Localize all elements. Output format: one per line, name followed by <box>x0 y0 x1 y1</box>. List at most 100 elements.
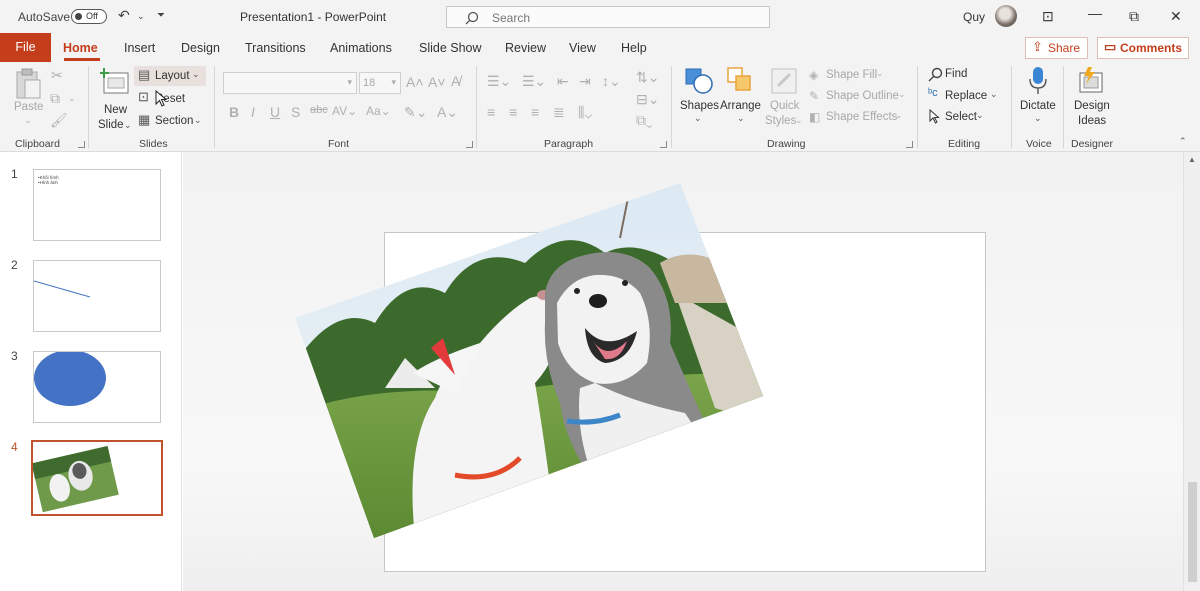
tab-insert[interactable]: Insert <box>124 41 155 55</box>
italic-icon[interactable]: I <box>251 104 255 120</box>
select-icon[interactable] <box>929 109 941 124</box>
font-size-box[interactable]: 18 ▾ <box>359 72 401 94</box>
copy-dropdown-icon[interactable]: ⌄ <box>68 93 76 104</box>
shape-effects-icon[interactable]: ◧ <box>809 110 820 124</box>
tab-transitions[interactable]: Transitions <box>245 41 306 55</box>
tab-home[interactable]: Home <box>63 41 98 55</box>
new-slide-dropdown-icon[interactable]: ⌄ <box>124 120 132 131</box>
align-center-icon[interactable]: ≡ <box>509 104 517 120</box>
smartart-icon[interactable]: ⧉⌄ <box>636 112 653 129</box>
layout-button[interactable]: ▤ Layout ⌄ <box>134 66 206 86</box>
cut-icon[interactable]: ✂ <box>51 67 63 84</box>
scrollbar-thumb[interactable] <box>1188 482 1197 582</box>
shape-outline-label[interactable]: Shape Outline <box>826 90 899 102</box>
restore-icon[interactable]: ⧉ <box>1129 8 1139 25</box>
justify-icon[interactable]: ≣ <box>553 104 565 121</box>
reset-icon[interactable]: ⊡ <box>138 89 149 105</box>
tab-file[interactable]: File <box>0 33 51 62</box>
dictate-dropdown-icon[interactable]: ⌄ <box>1034 113 1042 124</box>
decrease-font-icon[interactable]: A˅ <box>428 74 446 90</box>
find-icon[interactable] <box>928 67 943 82</box>
increase-font-icon[interactable]: A˄ <box>406 74 424 90</box>
microphone-icon[interactable] <box>1028 66 1048 96</box>
new-slide-label-2[interactable]: Slide <box>98 119 124 131</box>
character-spacing-icon[interactable]: AV⌄ <box>332 104 357 118</box>
strikethrough-icon[interactable]: abc <box>310 104 328 116</box>
user-name[interactable]: Quy <box>963 10 985 24</box>
format-painter-icon[interactable]: 🖌 <box>50 112 68 129</box>
text-direction-icon[interactable]: ⇅⌄ <box>636 69 659 86</box>
arrange-dropdown-icon[interactable]: ⌄ <box>737 113 745 124</box>
shapes-icon[interactable] <box>684 66 714 96</box>
dictate-label[interactable]: Dictate <box>1020 100 1056 112</box>
change-case-icon[interactable]: Aa⌄ <box>366 104 391 118</box>
columns-icon[interactable]: ⫼⌄ <box>578 104 592 121</box>
arrange-label[interactable]: Arrange <box>720 100 761 112</box>
collapse-ribbon-icon[interactable]: ⌃ <box>1179 136 1187 147</box>
shape-fill-icon[interactable]: ◈ <box>809 68 818 82</box>
tab-review[interactable]: Review <box>505 41 546 55</box>
select-dropdown-icon[interactable]: ⌄ <box>976 110 984 121</box>
bold-icon[interactable]: B <box>229 104 239 120</box>
shapes-dropdown-icon[interactable]: ⌄ <box>694 113 702 124</box>
dog-photo[interactable] <box>295 183 765 538</box>
replace-dropdown-icon[interactable]: ⌄ <box>990 89 998 100</box>
shape-effects-dropdown-icon[interactable]: ⌄ <box>895 110 903 121</box>
paragraph-launcher-icon[interactable] <box>660 141 667 148</box>
customize-toolbar-icon[interactable]: ⏷ <box>157 10 165 21</box>
minimize-icon[interactable]: — <box>1088 5 1102 21</box>
align-left-icon[interactable]: ≡ <box>487 104 495 120</box>
align-right-icon[interactable]: ≡ <box>531 104 539 120</box>
tab-animations[interactable]: Animations <box>330 41 392 55</box>
font-color-icon[interactable]: A⌄ <box>437 104 458 121</box>
shadow-icon[interactable]: S <box>291 104 300 120</box>
new-slide-icon[interactable] <box>100 67 132 97</box>
quick-styles-label-1[interactable]: Quick <box>770 100 799 112</box>
numbering-icon[interactable]: ☰⌄ <box>522 73 546 90</box>
slide-thumbnail-3[interactable] <box>33 351 161 423</box>
quick-styles-label-2[interactable]: Styles <box>765 115 796 127</box>
font-name-box[interactable]: ▾ <box>223 72 357 94</box>
decrease-indent-icon[interactable]: ⇤ <box>557 73 569 90</box>
shape-fill-dropdown-icon[interactable]: ⌄ <box>876 68 884 79</box>
slide-thumbnail-2[interactable] <box>33 260 161 332</box>
arrange-icon[interactable] <box>726 66 756 96</box>
slide-thumbnail-4[interactable] <box>31 440 163 516</box>
shape-effects-label[interactable]: Shape Effects <box>826 111 897 123</box>
section-label[interactable]: Section <box>155 115 193 127</box>
ribbon-display-icon[interactable]: ⊡ <box>1042 8 1054 25</box>
section-dropdown-icon[interactable]: ⌄ <box>194 115 202 126</box>
align-text-icon[interactable]: ⊟⌄ <box>636 91 659 108</box>
avatar[interactable] <box>995 5 1017 27</box>
replace-icon[interactable]: ᵇc <box>928 87 938 99</box>
paste-dropdown-icon[interactable]: ⌄ <box>24 115 32 126</box>
autosave-toggle[interactable]: Off <box>71 9 107 24</box>
highlight-icon[interactable]: ✎⌄ <box>404 104 427 121</box>
tab-help[interactable]: Help <box>621 41 647 55</box>
search-box[interactable]: Search <box>446 6 770 28</box>
share-button[interactable]: ⇪ Share <box>1025 37 1088 59</box>
clipboard-launcher-icon[interactable] <box>78 141 85 148</box>
design-ideas-label-2[interactable]: Ideas <box>1078 115 1106 127</box>
tab-slide-show[interactable]: Slide Show <box>419 41 482 55</box>
shape-fill-label[interactable]: Shape Fill <box>826 69 877 81</box>
scroll-up-icon[interactable]: ▲ <box>1188 155 1196 164</box>
bullets-icon[interactable]: ☰⌄ <box>487 73 511 90</box>
drawing-launcher-icon[interactable] <box>906 141 913 148</box>
find-label[interactable]: Find <box>945 68 967 80</box>
shape-outline-icon[interactable]: ✎ <box>809 89 819 103</box>
increase-indent-icon[interactable]: ⇥ <box>579 73 591 90</box>
new-slide-label-1[interactable]: New <box>104 104 127 116</box>
font-launcher-icon[interactable] <box>466 141 473 148</box>
copy-icon[interactable]: ⧉ <box>50 90 60 107</box>
comments-button[interactable]: ▭ Comments <box>1097 37 1189 59</box>
tab-design[interactable]: Design <box>181 41 220 55</box>
quick-styles-icon[interactable] <box>770 66 800 96</box>
slide-thumbnail-1[interactable]: •Khối hình •Hình ảnh <box>33 169 161 241</box>
close-icon[interactable]: ✕ <box>1170 8 1182 25</box>
shape-outline-dropdown-icon[interactable]: ⌄ <box>898 89 906 100</box>
quick-styles-dropdown-icon[interactable]: ⌄ <box>795 115 803 126</box>
vertical-scrollbar[interactable]: ▲ <box>1183 152 1200 591</box>
replace-label[interactable]: Replace <box>945 90 987 102</box>
design-ideas-label-1[interactable]: Design <box>1074 100 1110 112</box>
